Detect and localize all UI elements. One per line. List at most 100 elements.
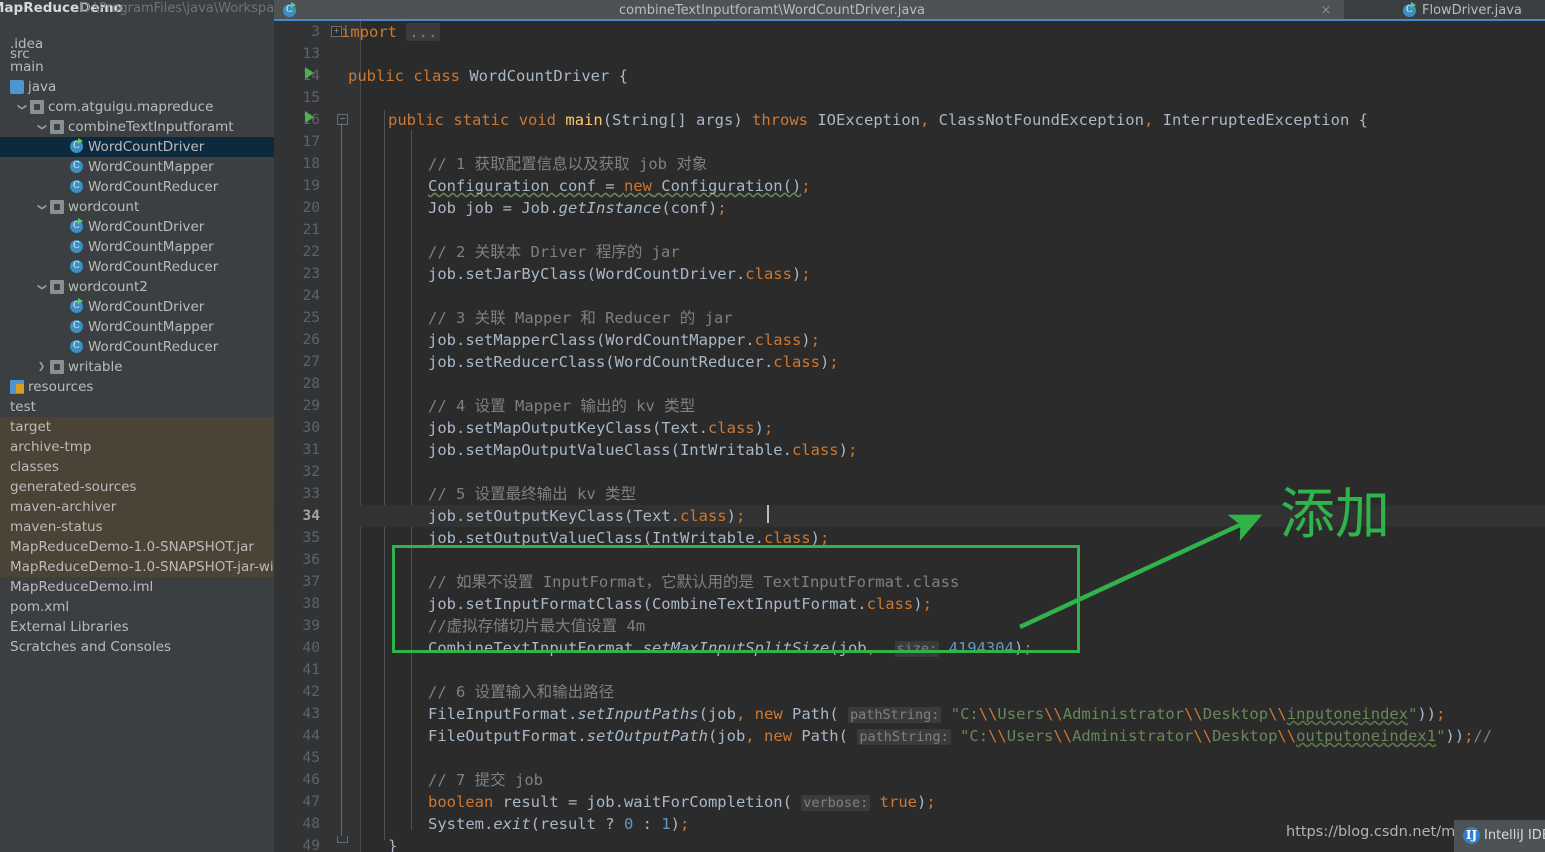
fold-region-line bbox=[341, 123, 342, 836]
tree-item-label: MapReduceDemo-1.0-SNAPSHOT.jar bbox=[10, 539, 254, 555]
line-number: 47 bbox=[302, 794, 320, 810]
tree-item-maven-status[interactable]: maven-status bbox=[0, 517, 274, 537]
code-line-20[interactable]: Job job = Job.getInstance(conf); bbox=[428, 197, 727, 219]
tree-item-java[interactable]: java bbox=[0, 77, 274, 97]
code-line-16[interactable]: public static void main(String[] args) t… bbox=[388, 109, 1368, 131]
line-number: 18 bbox=[302, 156, 320, 172]
tree-item-mapreducedemo-1-0-snapshot-jar[interactable]: MapReduceDemo-1.0-SNAPSHOT.jar bbox=[0, 537, 274, 557]
code-line-34[interactable]: job.setOutputKeyClass(Text.class); bbox=[428, 505, 745, 527]
tab-flowdriver[interactable]: C FlowDriver.java bbox=[1394, 0, 1545, 21]
chevron-down-icon[interactable]: ❯ bbox=[32, 122, 52, 133]
chevron-down-icon[interactable]: ❯ bbox=[12, 102, 32, 113]
tree-item-wordcountdriver[interactable]: C WordCountDriver bbox=[0, 217, 274, 237]
code-line-42[interactable]: // 6 设置输入和输出路径 bbox=[428, 681, 614, 703]
tree-item-external-libraries[interactable]: External Libraries bbox=[0, 617, 274, 637]
code-line-44[interactable]: FileOutputFormat.setOutputPath(job, new … bbox=[428, 725, 1492, 747]
tree-item-label: resources bbox=[28, 379, 94, 395]
tree-item-wordcountdriver[interactable]: C WordCountDriver bbox=[0, 297, 274, 317]
line-number: 32 bbox=[302, 464, 320, 480]
code-line-47[interactable]: boolean result = job.waitForCompletion( … bbox=[428, 791, 936, 813]
editor-tab-strip[interactable]: C combineTextInputforamt\WordCountDriver… bbox=[274, 0, 1545, 23]
tree-item-wordcountreducer[interactable]: C WordCountReducer bbox=[0, 337, 274, 357]
run-gutter-icon[interactable] bbox=[305, 67, 314, 79]
tree-item-label: main bbox=[10, 59, 44, 75]
code-line-19[interactable]: Configuration conf = new Configuration()… bbox=[428, 175, 811, 197]
code-line-49[interactable]: } bbox=[388, 835, 397, 852]
code-line-48[interactable]: System.exit(result ? 0 : 1); bbox=[428, 813, 689, 835]
chevron-down-icon[interactable]: ❯ bbox=[32, 282, 52, 293]
tree-item-wordcountreducer[interactable]: C WordCountReducer bbox=[0, 177, 274, 197]
java-class-run-icon: C bbox=[283, 2, 296, 17]
line-number: 43 bbox=[302, 706, 320, 722]
fold-collapse-icon[interactable]: − bbox=[337, 114, 348, 125]
tree-item-generated-sources[interactable]: generated-sources bbox=[0, 477, 274, 497]
tree-item-scratches-and-consoles[interactable]: Scratches and Consoles bbox=[0, 637, 274, 657]
package-icon bbox=[30, 100, 44, 114]
code-line-37[interactable]: // 如果不设置 InputFormat，它默认用的是 TextInputFor… bbox=[428, 571, 959, 593]
fold-region-end bbox=[337, 836, 348, 843]
code-line-33[interactable]: // 5 设置最终输出 kv 类型 bbox=[428, 483, 636, 505]
tree-item-main[interactable]: main bbox=[0, 57, 274, 77]
tree-item-wordcountmapper[interactable]: C WordCountMapper bbox=[0, 237, 274, 257]
line-number: 40 bbox=[302, 640, 320, 656]
run-gutter-icon[interactable] bbox=[305, 111, 314, 123]
tree-item-label: WordCountDriver bbox=[88, 219, 205, 235]
code-line-18[interactable]: // 1 获取配置信息以及获取 job 对象 bbox=[428, 153, 707, 175]
tree-item-writable[interactable]: ❯ writable bbox=[0, 357, 274, 377]
code-line-29[interactable]: // 4 设置 Mapper 输出的 kv 类型 bbox=[428, 395, 695, 417]
line-number: 35 bbox=[302, 530, 320, 546]
code-line-39[interactable]: //虚拟存储切片最大值设置 4m bbox=[428, 615, 645, 637]
code-line-30[interactable]: job.setMapOutputKeyClass(Text.class); bbox=[428, 417, 773, 439]
tree-item-wordcountdriver[interactable]: C WordCountDriver bbox=[0, 137, 274, 157]
tree-item-mapreducedemo-1-0-snapshot-jar-with-dependencies-jar[interactable]: MapReduceDemo-1.0-SNAPSHOT-jar-with-depe… bbox=[0, 557, 274, 577]
java-class-run-icon: C bbox=[70, 138, 83, 153]
code-line-31[interactable]: job.setMapOutputValueClass(IntWritable.c… bbox=[428, 439, 857, 461]
code-line-38[interactable]: job.setInputFormatClass(CombineTextInput… bbox=[428, 593, 932, 615]
code-line-27[interactable]: job.setReducerClass(WordCountReducer.cla… bbox=[428, 351, 839, 373]
line-number: 23 bbox=[302, 266, 320, 282]
code-line-43[interactable]: FileInputFormat.setInputPaths(job, new P… bbox=[428, 703, 1445, 725]
code-line-26[interactable]: job.setMapperClass(WordCountMapper.class… bbox=[428, 329, 820, 351]
tree-item-classes[interactable]: classes bbox=[0, 457, 274, 477]
line-number: 17 bbox=[302, 134, 320, 150]
code-line-25[interactable]: // 3 关联 Mapper 和 Reducer 的 jar bbox=[428, 307, 733, 329]
tab-label: combineTextInputforamt\WordCountDriver.j… bbox=[619, 3, 926, 18]
tree-item-pom-xml[interactable]: pom.xml bbox=[0, 597, 274, 617]
line-number: 48 bbox=[302, 816, 320, 832]
tree-item-archive-tmp[interactable]: archive-tmp bbox=[0, 437, 274, 457]
line-number: 27 bbox=[302, 354, 320, 370]
tree-item-wordcountmapper[interactable]: C WordCountMapper bbox=[0, 157, 274, 177]
code-line-14[interactable]: public class WordCountDriver { bbox=[348, 65, 628, 87]
chevron-right-icon[interactable]: ❯ bbox=[36, 357, 47, 377]
code-line-35[interactable]: job.setOutputValueClass(IntWritable.clas… bbox=[428, 527, 829, 549]
tree-item-mapreducedemo-iml[interactable]: MapReduceDemo.iml bbox=[0, 577, 274, 597]
tree-item-resources[interactable]: resources bbox=[0, 377, 274, 397]
line-number: 42 bbox=[302, 684, 320, 700]
java-class-icon: C bbox=[70, 240, 83, 253]
tree-item-wordcount2[interactable]: ❯ wordcount2 bbox=[0, 277, 274, 297]
line-number: 46 bbox=[302, 772, 320, 788]
line-number: 31 bbox=[302, 442, 320, 458]
code-line-40[interactable]: CombineTextInputFormat.setMaxInputSplitS… bbox=[428, 637, 1033, 659]
line-number: 13 bbox=[302, 46, 320, 62]
tree-item-com-atguigu-mapreduce[interactable]: ❯ com.atguigu.mapreduce bbox=[0, 97, 274, 117]
tree-item-maven-archiver[interactable]: maven-archiver bbox=[0, 497, 274, 517]
line-number: 25 bbox=[302, 310, 320, 326]
code-line-46[interactable]: // 7 提交 job bbox=[428, 769, 543, 791]
chevron-down-icon[interactable]: ❯ bbox=[32, 202, 52, 213]
tree-item-label: java bbox=[28, 79, 57, 95]
package-icon bbox=[50, 120, 64, 134]
close-icon[interactable]: × bbox=[1318, 0, 1334, 21]
tree-item-wordcount[interactable]: ❯ wordcount bbox=[0, 197, 274, 217]
tree-item-wordcountmapper[interactable]: C WordCountMapper bbox=[0, 317, 274, 337]
tree-item-combinetextinputforamt[interactable]: ❯ combineTextInputforamt bbox=[0, 117, 274, 137]
fold-expand-icon[interactable]: + bbox=[331, 26, 342, 37]
project-sidebar[interactable]: MapReduceDemo D:\ProgramFiles\java\Works… bbox=[0, 0, 274, 852]
tree-item-target[interactable]: target bbox=[0, 417, 274, 437]
code-line-23[interactable]: job.setJarByClass(WordCountDriver.class)… bbox=[428, 263, 811, 285]
tree-item-wordcountreducer[interactable]: C WordCountReducer bbox=[0, 257, 274, 277]
tree-item-test[interactable]: test bbox=[0, 397, 274, 417]
code-line-22[interactable]: // 2 关联本 Driver 程序的 jar bbox=[428, 241, 680, 263]
tree-item-label: generated-sources bbox=[10, 479, 137, 495]
code-line-3[interactable]: import ... bbox=[341, 21, 441, 43]
